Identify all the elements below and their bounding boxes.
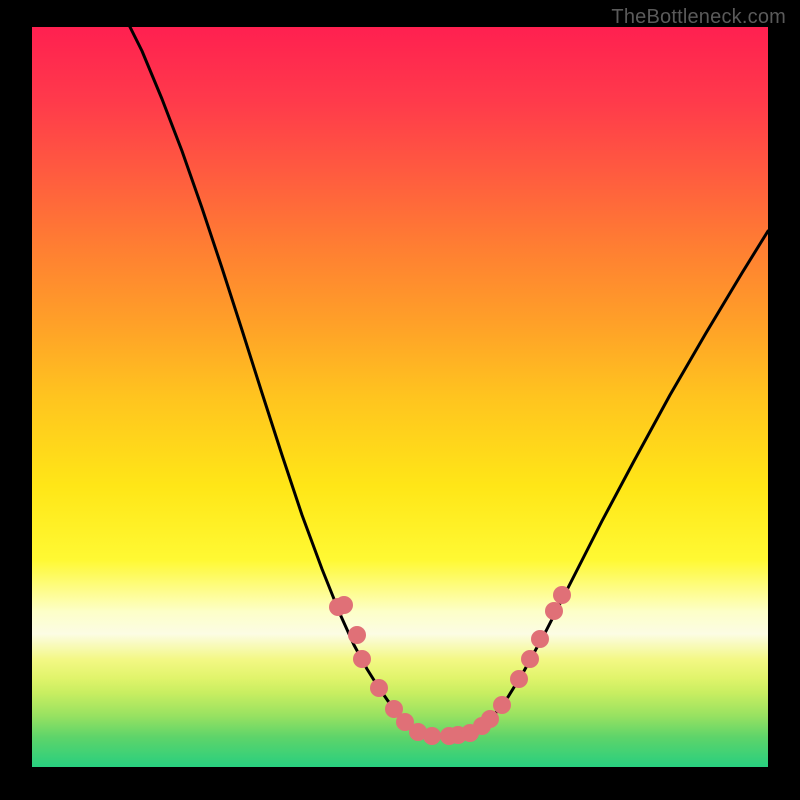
watermark-text: TheBottleneck.com: [611, 6, 786, 29]
bottleneck-curve-chart: [32, 27, 768, 767]
data-point-marker: [531, 630, 549, 648]
data-point-marker: [353, 650, 371, 668]
data-point-marker: [553, 586, 571, 604]
data-point-marker: [545, 602, 563, 620]
data-point-marker: [521, 650, 539, 668]
data-point-marker: [370, 679, 388, 697]
data-point-marker: [335, 596, 353, 614]
data-point-marker: [348, 626, 366, 644]
curve-markers: [329, 586, 571, 745]
data-point-marker: [510, 670, 528, 688]
data-point-marker: [481, 710, 499, 728]
data-point-marker: [493, 696, 511, 714]
chart-frame: [32, 27, 768, 767]
data-point-marker: [423, 727, 441, 745]
bottleneck-curve-path: [130, 27, 768, 735]
curve-lines: [130, 27, 768, 735]
